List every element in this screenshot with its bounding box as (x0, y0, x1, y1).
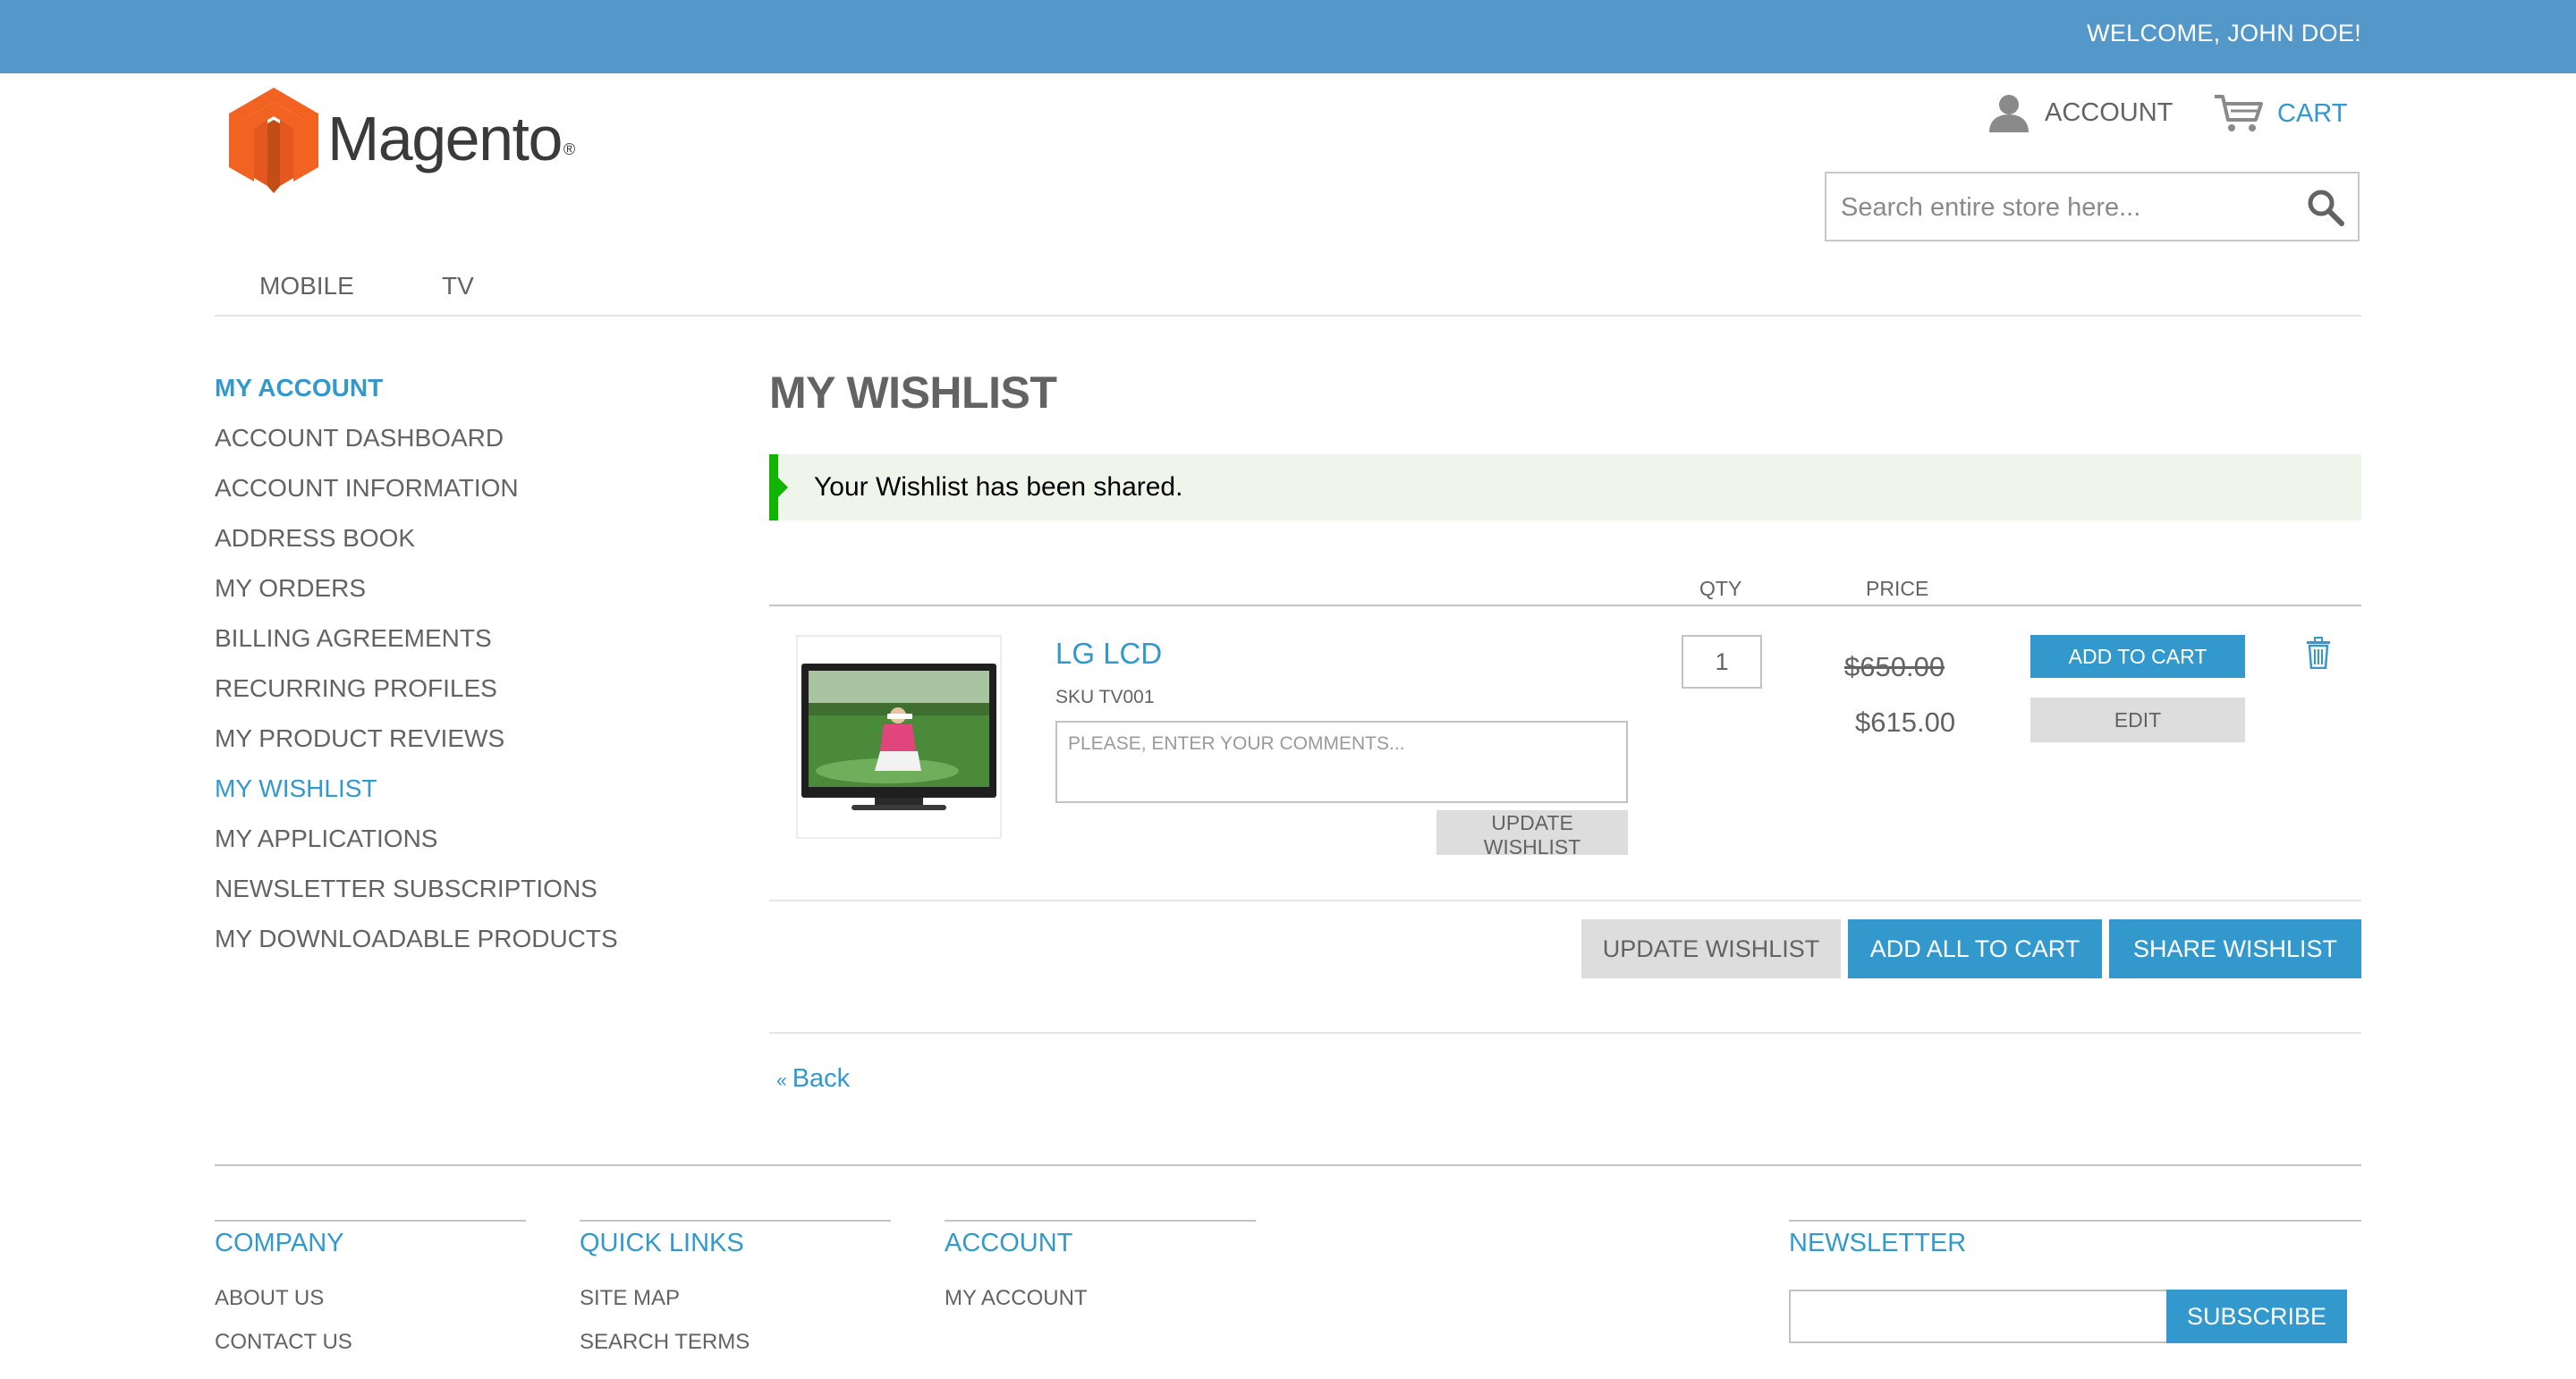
footer-link-about-us[interactable]: ABOUT US (215, 1286, 324, 1311)
footer-company-title: COMPANY (215, 1229, 344, 1257)
sidebar-item-account-information[interactable]: ACCOUNT INFORMATION (215, 470, 618, 520)
sidebar-item-recurring-profiles[interactable]: RECURRING PROFILES (215, 671, 618, 721)
magento-logo-icon (229, 88, 318, 193)
header-account-label: ACCOUNT (2045, 97, 2174, 127)
actions-divider (769, 1032, 2361, 1034)
footer-company-rule (215, 1220, 526, 1222)
tv-product-image (798, 637, 1000, 837)
edit-item-button[interactable]: EDIT (2030, 698, 2245, 742)
logo-registered-mark: ® (563, 140, 576, 158)
search-input[interactable] (1839, 188, 2290, 227)
subscribe-button[interactable]: SUBSCRIBE (2166, 1290, 2347, 1343)
footer-link-contact-us[interactable]: CONTACT US (215, 1330, 352, 1355)
back-arrow-icon: « (776, 1070, 787, 1091)
success-message: Your Wishlist has been shared. (769, 454, 2361, 520)
header-cart-link[interactable]: CART (2213, 93, 2347, 134)
sidebar-item-my-applications[interactable]: MY APPLICATIONS (215, 821, 618, 871)
success-arrow-icon (778, 478, 788, 497)
footer-link-my-account[interactable]: MY ACCOUNT (945, 1286, 1088, 1311)
sidebar-item-address-book[interactable]: ADDRESS BOOK (215, 520, 618, 571)
footer-link-search-terms[interactable]: SEARCH TERMS (580, 1330, 750, 1355)
share-wishlist-button[interactable]: SHARE WISHLIST (2109, 919, 2361, 978)
sidebar-item-my-orders[interactable]: MY ORDERS (215, 571, 618, 621)
user-icon (1989, 95, 2029, 132)
footer-divider (215, 1164, 2361, 1166)
sidebar-item-billing-agreements[interactable]: BILLING AGREEMENTS (215, 621, 618, 671)
sidebar-item-account-dashboard[interactable]: ACCOUNT DASHBOARD (215, 420, 618, 470)
footer-newsletter-rule (1789, 1220, 2361, 1222)
qty-column-header: QTY (1699, 577, 1742, 600)
item-update-wishlist-button[interactable]: UPDATE WISHLIST (1436, 810, 1628, 859)
main-nav: MOBILE TV (215, 268, 2361, 317)
footer-account-title: ACCOUNT (945, 1229, 1073, 1257)
nav-item-mobile[interactable]: MOBILE (259, 272, 354, 300)
special-price: $615.00 (1855, 706, 1956, 738)
logo-text: Magento (327, 104, 563, 173)
old-price: $650.00 (1844, 651, 1945, 682)
product-name-link[interactable]: LG LCD (1055, 637, 1162, 671)
header-cart-label: CART (2277, 98, 2348, 128)
newsletter-email-input[interactable] (1789, 1290, 2168, 1343)
footer-link-site-map[interactable]: SITE MAP (580, 1286, 680, 1311)
top-bar: WELCOME, JOHN DOE! (0, 0, 2576, 73)
success-message-text: Your Wishlist has been shared. (814, 472, 1183, 502)
footer-account-rule (945, 1220, 1256, 1222)
sidebar-item-newsletter-subscriptions[interactable]: NEWSLETTER SUBSCRIPTIONS (215, 871, 618, 921)
page-title: MY WISHLIST (769, 368, 1057, 418)
sidebar-item-my-product-reviews[interactable]: MY PRODUCT REVIEWS (215, 721, 618, 771)
update-wishlist-button[interactable]: UPDATE WISHLIST (1581, 919, 1841, 978)
store-logo[interactable]: Magento ® (229, 88, 575, 193)
table-top-border (769, 605, 2361, 606)
trash-icon[interactable] (2306, 637, 2331, 669)
back-link-label: Back (792, 1064, 851, 1093)
product-image[interactable] (796, 635, 1002, 839)
add-to-cart-button[interactable]: ADD TO CART (2030, 635, 2245, 678)
table-bottom-border (769, 900, 2361, 901)
comment-field[interactable] (1055, 721, 1628, 803)
footer-quick-links-title: QUICK LINKS (580, 1229, 744, 1257)
search-form (1825, 172, 2360, 241)
header-account-link[interactable]: ACCOUNT (1987, 93, 2173, 132)
sidebar-item-my-downloadable-products[interactable]: MY DOWNLOADABLE PRODUCTS (215, 921, 618, 971)
qty-input[interactable] (1682, 635, 1762, 689)
footer-newsletter-title: NEWSLETTER (1789, 1229, 1967, 1257)
search-icon[interactable] (2306, 188, 2345, 227)
price-column-header: PRICE (1866, 577, 1929, 600)
cart-icon (2215, 95, 2263, 131)
add-all-to-cart-button[interactable]: ADD ALL TO CART (1848, 919, 2102, 978)
account-sidebar: MY ACCOUNT ACCOUNT DASHBOARD ACCOUNT INF… (215, 370, 618, 971)
product-sku: SKU TV001 (1055, 687, 1155, 707)
footer-quick-links-rule (580, 1220, 891, 1222)
sidebar-title: MY ACCOUNT (215, 374, 384, 402)
sidebar-item-my-wishlist[interactable]: MY WISHLIST (215, 771, 618, 821)
welcome-message: WELCOME, JOHN DOE! (2087, 20, 2361, 47)
back-link[interactable]: «Back (776, 1064, 850, 1094)
nav-item-tv[interactable]: TV (442, 272, 474, 300)
